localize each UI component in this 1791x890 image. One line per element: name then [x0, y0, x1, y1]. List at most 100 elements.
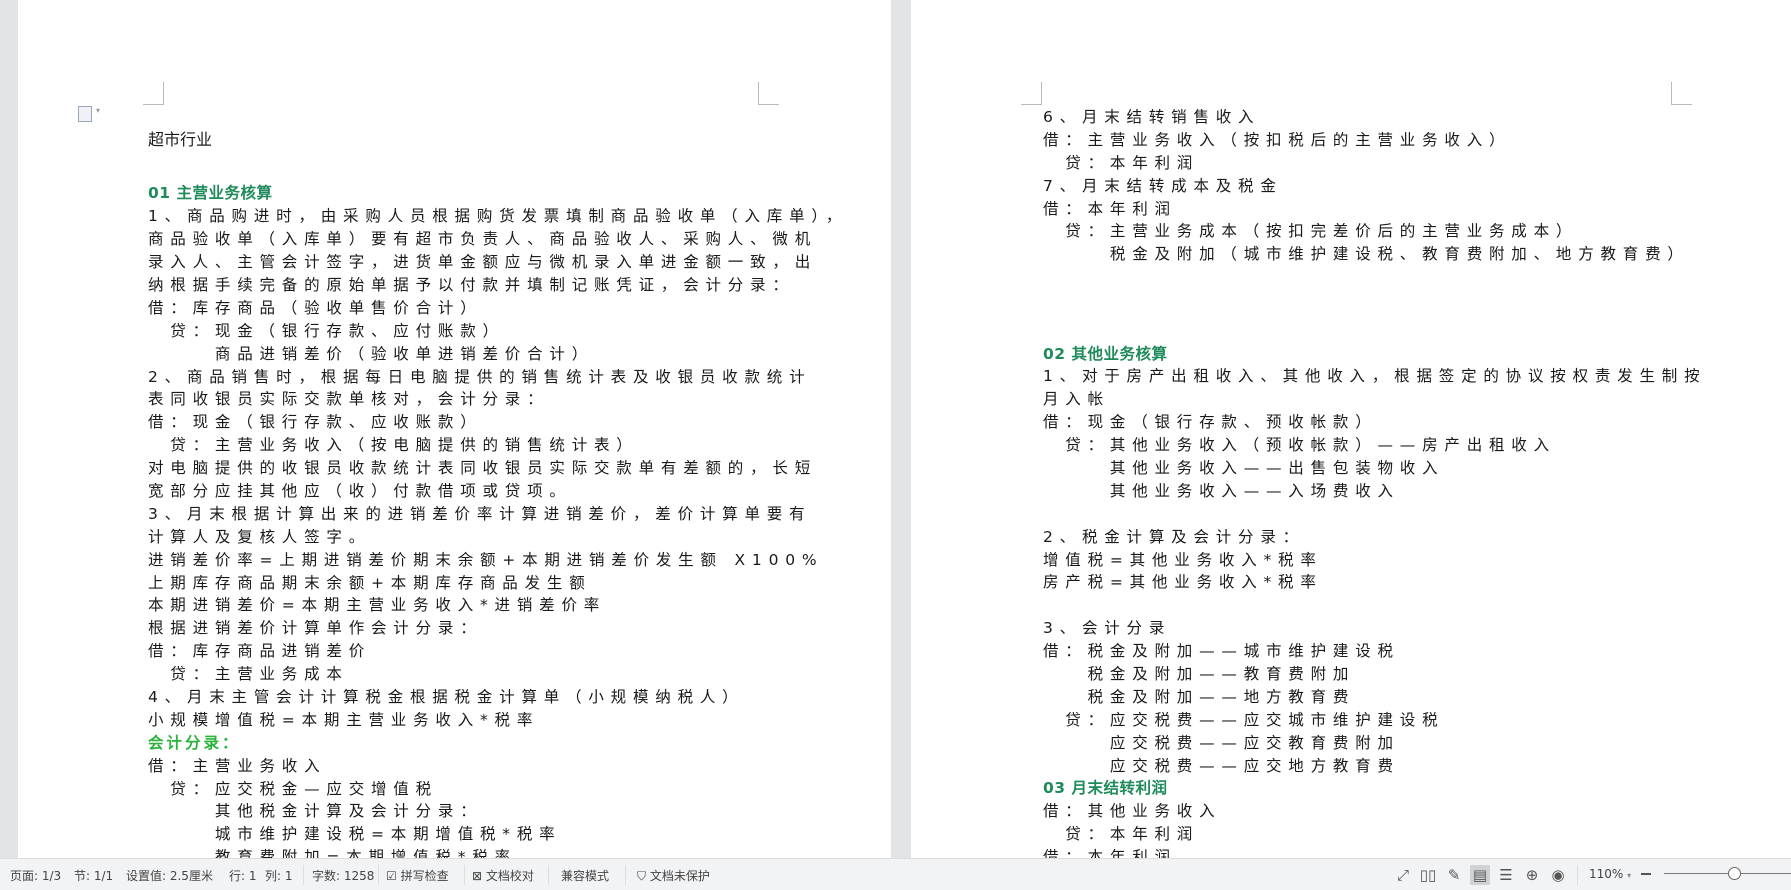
doc-proof-button[interactable]: ⊠ 文档校对 — [472, 867, 534, 884]
text-line[interactable]: 计算人及复核人签字。 — [148, 526, 848, 549]
text-line[interactable]: 月入帐 — [1043, 388, 1706, 411]
text-line[interactable]: 借：主营业务收入（按扣税后的主营业务收入） — [1043, 129, 1706, 152]
text-line[interactable]: 借：本年利润 — [1043, 846, 1706, 858]
text-line[interactable]: 借：库存商品（验收单售价合计） — [148, 297, 848, 320]
text-line[interactable]: 其他业务收入——出售包装物收入 — [1043, 457, 1706, 480]
text-line[interactable]: 对电脑提供的收银员收款统计表同收银员实际交款单有差额的，长短 — [148, 457, 848, 480]
text-line[interactable]: 其他业务收入——入场费收入 — [1043, 480, 1706, 503]
text-line[interactable]: 1、商品购进时，由采购人员根据购货发票填制商品验收单（入库单）， — [148, 205, 848, 228]
text-line[interactable]: 借：税金及附加——城市维护建设税 — [1043, 640, 1706, 663]
word-count[interactable]: 字数: 1258 — [312, 867, 374, 884]
text-line[interactable] — [1043, 594, 1706, 617]
text-line[interactable]: 其他税金计算及会计分录： — [148, 800, 848, 823]
eye-protection-icon[interactable]: ◉ — [1548, 865, 1568, 885]
text-line[interactable]: 借：现金（银行存款、应收账款） — [148, 411, 848, 434]
text-line[interactable]: 录入人、主管会计签字，进货单金额应与微机录入单进金额一致，出 — [148, 251, 848, 274]
checkbox-icon: ☑ — [386, 869, 397, 883]
margin-corner-mark — [143, 82, 164, 105]
text-line[interactable]: 6、月末结转销售收入 — [1043, 106, 1706, 129]
text-line[interactable]: 城市维护建设税=本期增值税*税率 — [148, 823, 848, 846]
text-line[interactable]: 表同收银员实际交款单核对，会计分录： — [148, 388, 848, 411]
text-line[interactable] — [148, 152, 848, 175]
zoom-value: 110% — [1589, 867, 1624, 881]
page-text[interactable]: 超市行业 01 主营业务核算 1、商品购进时，由采购人员根据购货发票填制商品验收单（… — [148, 129, 848, 858]
zoom-out-button[interactable] — [1641, 873, 1651, 875]
text-line[interactable]: 小规模增值税=本期主营业务收入*税率 — [148, 709, 848, 732]
text-line[interactable] — [1043, 503, 1706, 526]
zoom-dropdown[interactable]: 110% ▾ — [1589, 867, 1631, 881]
spell-check-button[interactable]: ☑ 拼写检查 — [386, 867, 449, 884]
text-line[interactable]: 2、税金计算及会计分录： — [1043, 526, 1706, 549]
column-indicator: 列: 1 — [265, 869, 293, 883]
text-line[interactable]: 2、商品销售时，根据每日电脑提供的销售统计表及收银员收款统计 — [148, 366, 848, 389]
zoom-slider-handle[interactable] — [1728, 867, 1741, 880]
web-view-icon[interactable]: ⊕ — [1522, 865, 1542, 885]
page-indicator[interactable]: 页面: 1/3 — [10, 867, 61, 884]
text-line[interactable]: 贷：主营业务收入（按电脑提供的销售统计表） — [148, 434, 848, 457]
text-line[interactable]: 宽部分应挂其他应（收）付款借项或贷项。 — [148, 480, 848, 503]
text-line[interactable] — [1043, 289, 1706, 312]
document-page-1[interactable]: 超市行业 01 主营业务核算1、商品购进时，由采购人员根据购货发票填制商品验收单（… — [18, 0, 891, 858]
text-line[interactable]: 借：库存商品进销差价 — [148, 640, 848, 663]
text-line[interactable]: 3、会计分录 — [1043, 617, 1706, 640]
text-line[interactable]: 应交税费——应交教育费附加 — [1043, 732, 1706, 755]
text-line[interactable]: 借：现金（银行存款、预收帐款） — [1043, 411, 1706, 434]
text-line[interactable]: 上期库存商品期末余额+本期库存商品发生额 — [148, 572, 848, 595]
text-line[interactable]: 贷：主营业务成本（按扣完差价后的主营业务成本） — [1043, 220, 1706, 243]
outline-view-icon[interactable]: ☰ — [1496, 865, 1516, 885]
text-line[interactable] — [1043, 266, 1706, 289]
spell-check-label: 拼写检查 — [400, 869, 449, 883]
shield-icon: ⛉ — [637, 869, 647, 883]
text-line[interactable]: 商品进销差价（验收单进销差价合计） — [148, 343, 848, 366]
page-view-icon[interactable]: ▤ — [1470, 865, 1490, 885]
text-line[interactable]: 贷：应交税金—应交增值税 — [148, 778, 848, 801]
margin-corner-mark — [1671, 82, 1692, 105]
document-page-2[interactable]: 6、月末结转销售收入 借：主营业务收入（按扣税后的主营业务收入） 贷：本年利润 7、… — [911, 0, 1791, 858]
text-line[interactable]: 4、月末主管会计计算税金根据税金计算单（小规模纳税人） — [148, 686, 848, 709]
compat-mode-button[interactable]: 兼容模式 — [561, 867, 609, 884]
document-title[interactable]: 超市行业 — [148, 129, 848, 152]
text-line[interactable]: 教育费附加=本期增值税*税率 — [148, 846, 848, 858]
document-icon[interactable] — [78, 106, 100, 122]
text-line[interactable]: 本期进销差价=本期主营业务收入*进销差价率 — [148, 594, 848, 617]
text-line[interactable] — [1043, 312, 1706, 335]
text-line[interactable]: 7、月末结转成本及税金 — [1043, 175, 1706, 198]
section-heading[interactable]: 01 主营业务核算 — [148, 182, 848, 205]
text-line[interactable]: 房产税=其他业务收入*税率 — [1043, 571, 1706, 594]
text-line[interactable]: 纳根据手续完备的原始单据予以付款并填制记账凭证，会计分录： — [148, 274, 848, 297]
margin-corner-mark — [758, 82, 779, 105]
text-line[interactable]: 贷：本年利润 — [1043, 823, 1706, 846]
fullscreen-icon[interactable]: ⤢ — [1393, 865, 1413, 885]
text-line[interactable]: 进销差价率=上期进销差价期末余额+本期进销差价发生额 X100% — [148, 549, 848, 572]
section-heading[interactable]: 03 月末结转利润 — [1043, 777, 1706, 800]
text-line[interactable]: 贷：现金（银行存款、应付账款） — [148, 320, 848, 343]
text-line[interactable]: 贷：其他业务收入（预收帐款）——房产出租收入 — [1043, 434, 1706, 457]
text-line[interactable]: 1、对于房产出租收入、其他收入，根据签定的协议按权责发生制按 — [1043, 365, 1706, 388]
section-indicator: 节: 1/1 — [74, 869, 114, 883]
margin-corner-mark — [1021, 82, 1042, 105]
protect-button[interactable]: ⛉ 文档未保护 — [637, 867, 710, 884]
text-line[interactable]: 贷：应交税费——应交城市维护建设税 — [1043, 709, 1706, 732]
pen-icon[interactable]: ✎ — [1444, 865, 1464, 885]
chevron-down-icon: ▾ — [1627, 871, 1632, 880]
text-line[interactable]: 根据进销差价计算单作会计分录： — [148, 617, 848, 640]
text-line[interactable]: 会计分录： — [148, 732, 848, 755]
text-line[interactable]: 商品验收单（入库单）要有超市负责人、商品验收人、采购人、微机 — [148, 228, 848, 251]
text-line[interactable]: 贷：主营业务成本 — [148, 663, 848, 686]
text-line[interactable]: 借：其他业务收入 — [1043, 800, 1706, 823]
text-line[interactable]: 应交税费——应交地方教育费 — [1043, 755, 1706, 778]
text-line[interactable]: 税金及附加（城市维护建设税、教育费附加、地方教育费） — [1043, 243, 1706, 266]
page-text[interactable]: 6、月末结转销售收入 借：主营业务收入（按扣税后的主营业务收入） 贷：本年利润 7、… — [1043, 106, 1706, 858]
text-line[interactable]: 增值税=其他业务收入*税率 — [1043, 549, 1706, 572]
status-bar: 页面: 1/3 节: 1/1 设置值: 2.5厘米 行: 1 列: 1 字数: … — [0, 858, 1791, 890]
text-line[interactable]: 借：本年利润 — [1043, 198, 1706, 221]
protect-label: 文档未保护 — [649, 869, 710, 883]
text-line[interactable]: 税金及附加——地方教育费 — [1043, 686, 1706, 709]
reading-mode-icon[interactable]: ▯▯ — [1418, 865, 1438, 885]
text-line[interactable]: 贷：本年利润 — [1043, 152, 1706, 175]
text-line[interactable]: 借：主营业务收入 — [148, 755, 848, 778]
text-line[interactable]: 3、月末根据计算出来的进销差价率计算进销差价，差价计算单要有 — [148, 503, 848, 526]
section-heading[interactable]: 02 其他业务核算 — [1043, 343, 1706, 366]
setting-value[interactable]: 设置值: 2.5厘米 — [126, 867, 213, 884]
text-line[interactable]: 税金及附加——教育费附加 — [1043, 663, 1706, 686]
